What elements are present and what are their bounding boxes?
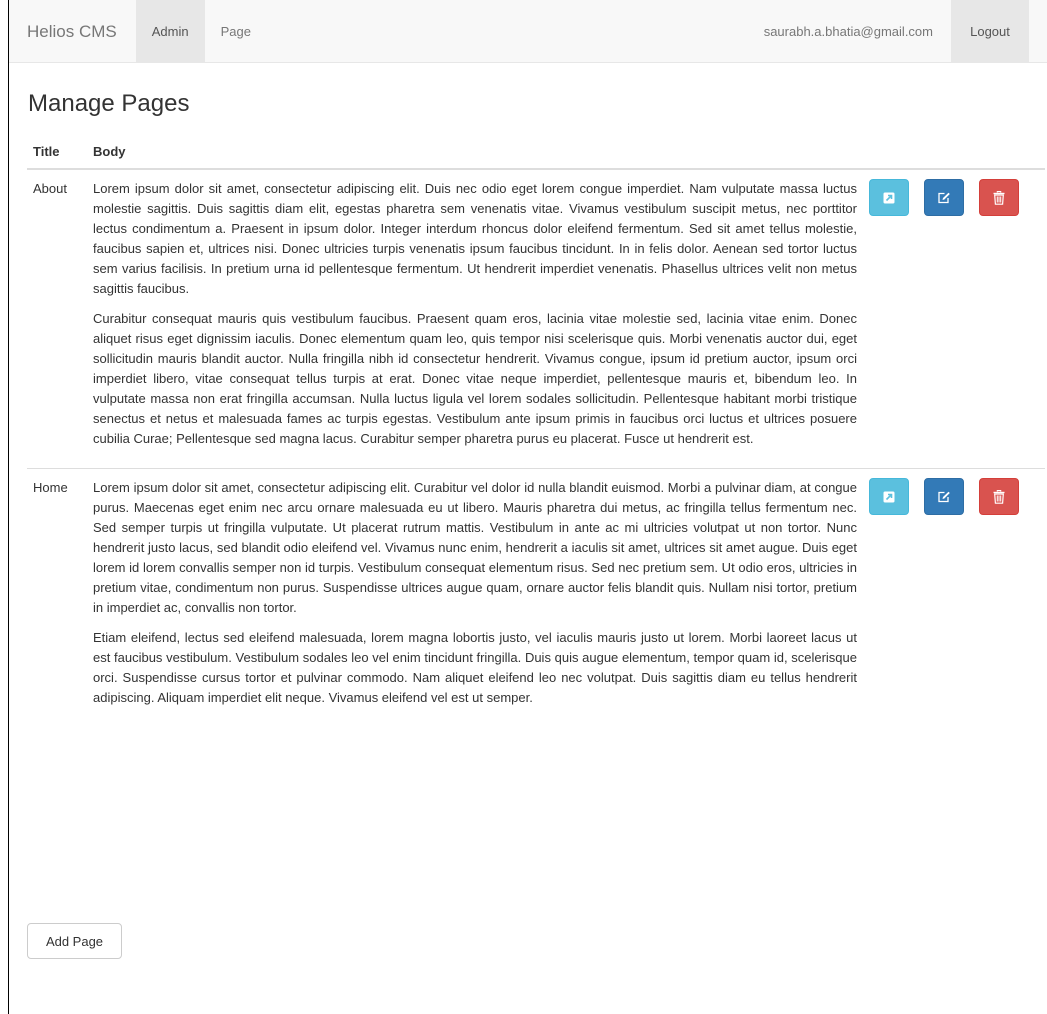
user-email-link[interactable]: saurabh.a.bhatia@gmail.com	[748, 0, 951, 63]
row-actions	[863, 468, 1045, 727]
nav-link-admin[interactable]: Admin	[135, 0, 205, 63]
body-paragraph: Lorem ipsum dolor sit amet, consectetur …	[93, 181, 857, 296]
table-row: Home Lorem ipsum dolor sit amet, consect…	[27, 468, 1045, 727]
page-body-cell: Lorem ipsum dolor sit amet, consectetur …	[87, 468, 863, 727]
page-body-cell: Lorem ipsum dolor sit amet, consectetur …	[87, 169, 863, 469]
row-actions	[863, 169, 1045, 469]
table-header-row: Title Body	[27, 137, 1045, 170]
body-paragraph: Curabitur consequat mauris quis vestibul…	[93, 311, 857, 446]
external-link-icon	[883, 192, 895, 203]
add-page-button[interactable]: Add Page	[27, 923, 122, 959]
page-title: Manage Pages	[28, 90, 190, 117]
brand-link[interactable]: Helios CMS	[9, 0, 136, 63]
window-frame-edge	[8, 0, 9, 1014]
edit-page-button[interactable]	[924, 179, 964, 216]
nav-link-page[interactable]: Page	[205, 0, 267, 63]
delete-page-button[interactable]	[979, 478, 1019, 515]
edit-page-button[interactable]	[924, 478, 964, 515]
pages-table: Title Body About Lorem ipsum dolor sit a…	[27, 137, 1045, 727]
logout-link[interactable]: Logout	[951, 0, 1029, 63]
edit-icon	[938, 491, 950, 502]
page-title-cell: Home	[27, 468, 87, 727]
view-page-button[interactable]	[869, 478, 909, 515]
view-page-button[interactable]	[869, 179, 909, 216]
column-header-actions	[863, 137, 1045, 170]
trash-icon	[993, 190, 1005, 205]
body-paragraph: Etiam eleifend, lectus sed eleifend male…	[93, 630, 857, 705]
body-paragraph: Lorem ipsum dolor sit amet, consectetur …	[93, 480, 857, 615]
page-title-cell: About	[33, 181, 67, 196]
delete-page-button[interactable]	[979, 179, 1019, 216]
edit-icon	[938, 192, 950, 203]
table-row: About Lorem ipsum dolor sit amet, consec…	[27, 169, 1045, 469]
top-navbar: Helios CMS Admin Page saurabh.a.bhatia@g…	[9, 0, 1047, 63]
column-header-body: Body	[87, 137, 863, 170]
trash-icon	[993, 489, 1005, 504]
external-link-icon	[883, 491, 895, 502]
column-header-title: Title	[27, 137, 87, 170]
